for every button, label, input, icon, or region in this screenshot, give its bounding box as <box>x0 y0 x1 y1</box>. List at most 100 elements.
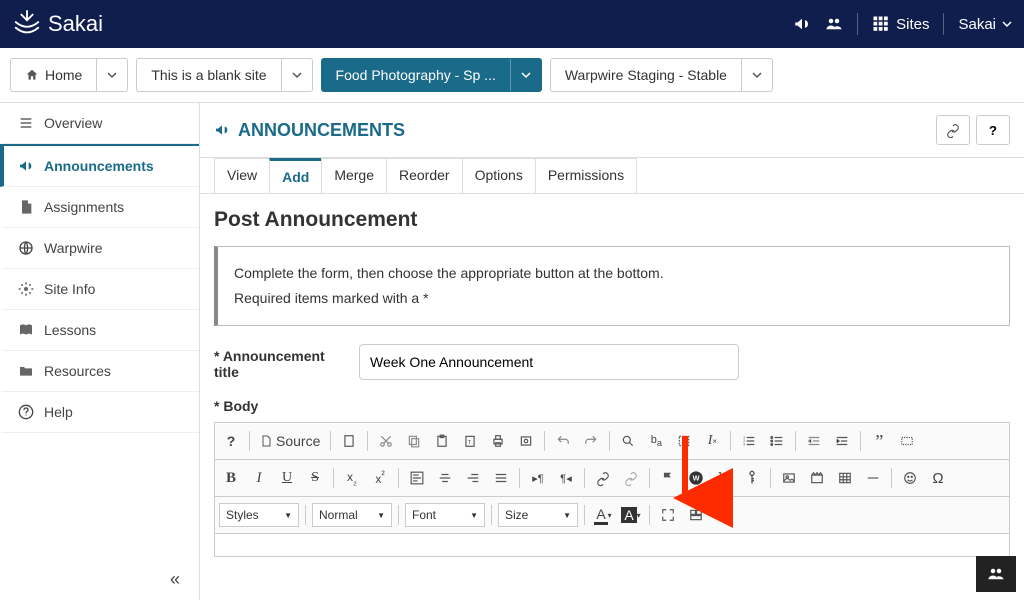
sites-button[interactable]: Sites <box>872 15 929 33</box>
rte-selectall-button[interactable] <box>670 427 698 455</box>
rte-bgcolor-button[interactable]: A ▾ <box>617 501 645 529</box>
tab-permissions[interactable]: Permissions <box>535 158 637 193</box>
permalink-button[interactable] <box>936 115 970 145</box>
align-justify-icon <box>494 471 508 485</box>
rte-table-button[interactable] <box>831 464 859 492</box>
tab-add[interactable]: Add <box>269 158 322 193</box>
rte-strike-button[interactable]: S <box>301 464 329 492</box>
sidebar-item-warpwire[interactable]: Warpwire <box>0 228 199 269</box>
sidebar-item-resources[interactable]: Resources <box>0 351 199 392</box>
rte-find-button[interactable] <box>614 427 642 455</box>
rte-rtl-button[interactable]: ¶◂ <box>552 464 580 492</box>
chevron-down-icon <box>107 70 117 80</box>
rte-paste-button[interactable] <box>428 427 456 455</box>
rte-warpwire-button[interactable]: W <box>682 464 710 492</box>
rte-align-right-button[interactable] <box>459 464 487 492</box>
home-icon <box>25 68 39 82</box>
gear-icon <box>18 281 34 297</box>
rte-numbered-list-button[interactable]: 123 <box>735 427 763 455</box>
rte-styles-select[interactable]: Styles▼ <box>219 503 299 527</box>
rte-undo-button[interactable] <box>549 427 577 455</box>
brand[interactable]: Sakai <box>12 9 103 39</box>
site-tab-home[interactable]: Home <box>10 58 128 92</box>
user-menu[interactable]: Sakai <box>958 16 1012 33</box>
rte-align-justify-button[interactable] <box>487 464 515 492</box>
announce-toggle[interactable] <box>793 15 811 33</box>
help-button[interactable]: ? <box>976 115 1010 145</box>
rte-blockquote-button[interactable]: ” <box>865 427 893 455</box>
sidebar-item-assignments[interactable]: Assignments <box>0 187 199 228</box>
search-icon <box>621 434 635 448</box>
rte-underline-button[interactable]: U <box>273 464 301 492</box>
rte-specialchar-button[interactable]: Ω <box>924 464 952 492</box>
rte-print-button[interactable] <box>484 427 512 455</box>
rte-align-center-button[interactable] <box>431 464 459 492</box>
rte-maximize-button[interactable] <box>654 501 682 529</box>
redo-icon <box>584 434 598 448</box>
warpwire-chevron[interactable] <box>741 59 772 91</box>
users-toggle[interactable] <box>825 15 843 33</box>
users-icon <box>987 565 1005 583</box>
sidebar-item-site-info[interactable]: Site Info <box>0 269 199 310</box>
rte-size-select[interactable]: Size▼ <box>498 503 578 527</box>
rte-font-select[interactable]: Font▼ <box>405 503 485 527</box>
rte-editing-area[interactable] <box>215 534 1009 556</box>
svg-text:T: T <box>468 440 472 446</box>
rte-image-button[interactable] <box>775 464 803 492</box>
rte-copy-button[interactable] <box>400 427 428 455</box>
home-chevron[interactable] <box>96 59 127 91</box>
tab-view[interactable]: View <box>214 158 270 193</box>
rte-help-button[interactable]: ? <box>217 427 245 455</box>
rte-subscript-button[interactable]: x₂ <box>338 464 366 492</box>
maximize-icon <box>661 508 675 522</box>
rte-templates-button[interactable] <box>738 464 766 492</box>
rte-unlink-button[interactable] <box>617 464 645 492</box>
sidebar-item-label: Overview <box>44 115 102 131</box>
floating-users-button[interactable] <box>976 556 1016 592</box>
rte-format-select[interactable]: Normal▼ <box>312 503 392 527</box>
sidebar-collapse-handle[interactable]: « <box>170 569 180 590</box>
users-icon <box>825 15 843 33</box>
tab-options[interactable]: Options <box>462 158 536 193</box>
rte-cart-button[interactable] <box>710 464 738 492</box>
rte-cut-button[interactable] <box>372 427 400 455</box>
rte-bold-button[interactable]: B <box>217 464 245 492</box>
rte-emoji-button[interactable] <box>896 464 924 492</box>
rte-indent-button[interactable] <box>828 427 856 455</box>
blank-chevron[interactable] <box>281 59 312 91</box>
rte-anchor-button[interactable] <box>654 464 682 492</box>
rte-showblocks-button[interactable] <box>682 501 710 529</box>
rte-link-button[interactable] <box>589 464 617 492</box>
rte-replace-button[interactable]: ba <box>642 427 670 455</box>
sidebar-item-help[interactable]: Help <box>0 392 199 433</box>
rte-align-left-button[interactable] <box>403 464 431 492</box>
site-tab-food-photography[interactable]: Food Photography - Sp ... <box>321 58 542 92</box>
rte-paste-text-button[interactable]: T <box>456 427 484 455</box>
svg-text:W: W <box>693 474 700 483</box>
sidebar-item-label: Help <box>44 404 73 420</box>
rte-bullet-list-button[interactable] <box>763 427 791 455</box>
rte-movie-button[interactable] <box>803 464 831 492</box>
rte-hr-button[interactable] <box>859 464 887 492</box>
site-tab-warpwire[interactable]: Warpwire Staging - Stable <box>550 58 773 92</box>
align-left-icon <box>410 471 424 485</box>
rte-newpage-button[interactable] <box>335 427 363 455</box>
food-chevron[interactable] <box>510 59 541 91</box>
site-tab-blank[interactable]: This is a blank site <box>136 58 312 92</box>
rte-preview-button[interactable] <box>512 427 540 455</box>
sidebar-item-overview[interactable]: Overview <box>0 103 199 144</box>
rte-redo-button[interactable] <box>577 427 605 455</box>
rte-italic-button[interactable]: I <box>245 464 273 492</box>
sidebar-item-lessons[interactable]: Lessons <box>0 310 199 351</box>
announcement-title-input[interactable] <box>359 344 739 380</box>
rte-removeformat-button[interactable]: I× <box>698 427 726 455</box>
tab-reorder[interactable]: Reorder <box>386 158 463 193</box>
rte-outdent-button[interactable] <box>800 427 828 455</box>
sidebar-item-announcements[interactable]: Announcements <box>0 144 199 187</box>
tab-merge[interactable]: Merge <box>321 158 387 193</box>
rte-source-button[interactable]: Source <box>254 427 326 455</box>
rte-textcolor-button[interactable]: A ▾ <box>589 501 617 529</box>
rte-superscript-button[interactable]: x² <box>366 464 394 492</box>
rte-ltr-button[interactable]: ▸¶ <box>524 464 552 492</box>
rte-codesnippet-button[interactable] <box>893 427 921 455</box>
